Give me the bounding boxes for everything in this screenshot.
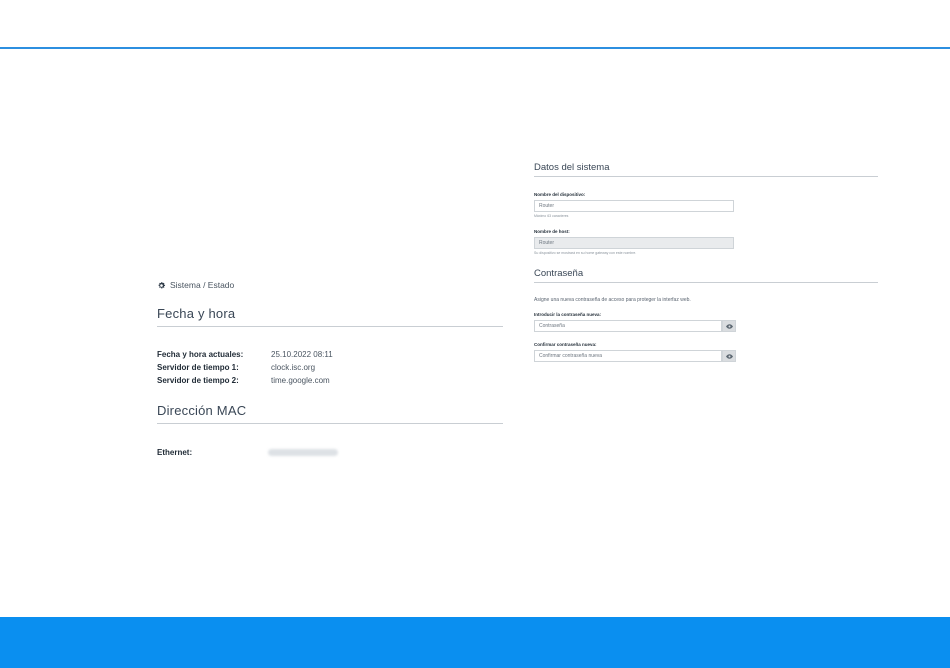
hostname-label: Nombre de host: (534, 229, 570, 234)
ethernet-row: Ethernet: (157, 446, 503, 459)
breadcrumb-text: Sistema / Estado (170, 280, 235, 290)
datetime-divider (157, 326, 503, 327)
password-title: Contraseña (534, 268, 584, 279)
eye-icon (725, 323, 733, 329)
password-description: Asigne una nueva contraseña de acceso pa… (534, 297, 691, 303)
confirm-password-input[interactable]: Confirmar contraseña nueva (534, 350, 722, 362)
header-divider (0, 47, 950, 49)
ethernet-mac-value-redacted (268, 449, 338, 456)
time-server-1-value: clock.isc.org (271, 363, 316, 372)
device-name-label: Nombre del dispositivo: (534, 192, 586, 197)
time-server-2-value: time.google.com (271, 376, 330, 385)
confirm-password-label: Confirmar contraseña nueva: (534, 342, 597, 347)
new-password-input[interactable]: Contraseña (534, 320, 722, 332)
settings-panel: Datos del sistema Nombre del dispositivo… (534, 162, 878, 362)
time-server-2-row: Servidor de tiempo 2: time.google.com (157, 374, 503, 387)
datetime-list: Fecha y hora actuales: 25.10.2022 08:11 … (157, 348, 503, 387)
hostname-hint: Su dispositivo se mostrará en su home ga… (534, 251, 637, 255)
current-datetime-value: 25.10.2022 08:11 (271, 350, 333, 359)
current-datetime-row: Fecha y hora actuales: 25.10.2022 08:11 (157, 348, 503, 361)
time-server-1-label: Servidor de tiempo 1: (157, 363, 239, 372)
device-name-hint: Máximo 63 caracteres (534, 214, 569, 218)
system-divider (534, 176, 878, 177)
current-datetime-label: Fecha y hora actuales: (157, 350, 244, 359)
breadcrumb: Sistema / Estado (157, 280, 503, 290)
confirm-password-row: Confirmar contraseña nueva (534, 350, 878, 362)
show-new-password-button[interactable] (722, 320, 736, 332)
datetime-title: Fecha y hora (157, 306, 236, 321)
password-divider (534, 282, 878, 283)
device-name-input[interactable]: Router (534, 200, 734, 212)
new-password-row: Contraseña (534, 320, 878, 332)
show-confirm-password-button[interactable] (722, 350, 736, 362)
mac-divider (157, 423, 503, 424)
ethernet-label: Ethernet: (157, 448, 193, 457)
status-panel: Sistema / Estado Fecha y hora Fecha y ho… (157, 280, 503, 459)
gear-icon (158, 281, 166, 288)
footer-band (0, 617, 950, 668)
time-server-2-label: Servidor de tiempo 2: (157, 376, 239, 385)
mac-title: Dirección MAC (157, 403, 247, 418)
new-password-label: Introducir la contraseña nueva: (534, 312, 602, 317)
time-server-1-row: Servidor de tiempo 1: clock.isc.org (157, 361, 503, 374)
hostname-input: Router (534, 237, 734, 249)
system-title: Datos del sistema (534, 162, 610, 173)
eye-icon (725, 353, 733, 359)
